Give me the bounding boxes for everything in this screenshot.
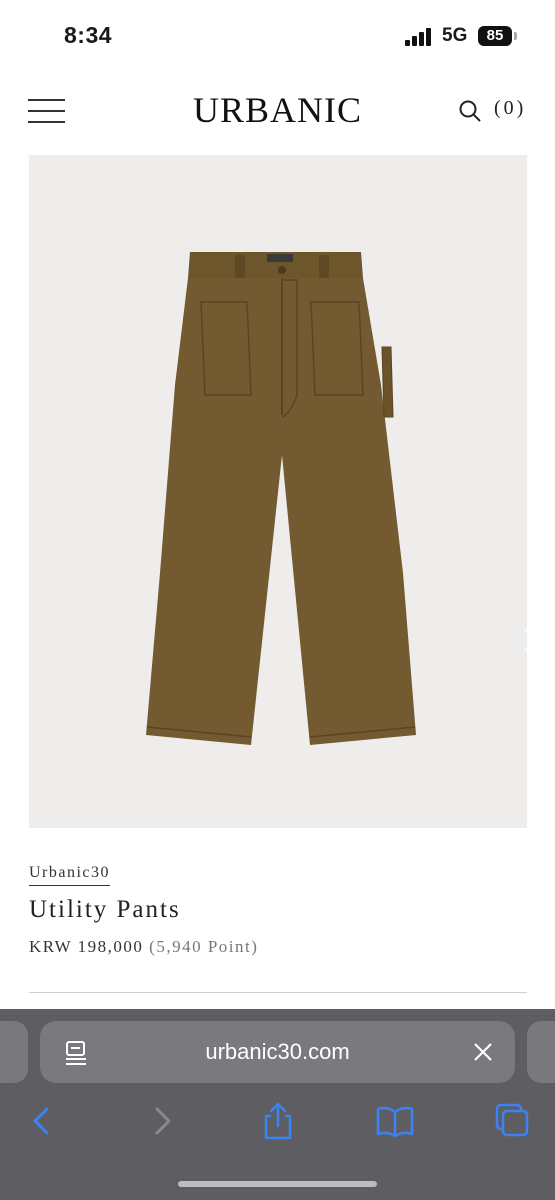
previous-tab-peek[interactable] — [0, 1021, 28, 1083]
tabs-icon[interactable] — [490, 1101, 534, 1141]
status-bar: 8:34 5G 85 — [0, 0, 555, 75]
bookmarks-icon[interactable] — [373, 1101, 417, 1141]
product-image[interactable] — [29, 155, 527, 828]
status-time: 8:34 — [64, 22, 113, 48]
site-header: URBANIC (0) — [0, 75, 555, 150]
product-price: KRW 198,000 — [29, 937, 144, 956]
divider — [29, 992, 527, 993]
cart-count[interactable]: (0) — [494, 97, 526, 120]
product-points: (5,940 Point) — [149, 937, 259, 956]
search-icon[interactable] — [458, 99, 482, 123]
brand-logo[interactable]: URBANIC — [190, 89, 365, 131]
network-type: 5G — [442, 25, 468, 46]
back-icon[interactable] — [20, 1101, 64, 1141]
utility-pants-image — [146, 252, 416, 745]
battery-tip — [514, 32, 517, 40]
product-name: Utility Pants — [29, 896, 181, 923]
chevron-right-icon[interactable] — [519, 625, 527, 655]
close-icon[interactable] — [473, 1042, 493, 1062]
browser-toolbar: urbanic30.com — [0, 1009, 555, 1200]
signal-icon — [405, 28, 435, 46]
home-indicator — [178, 1181, 377, 1187]
next-tab-peek[interactable] — [527, 1021, 555, 1083]
address-bar[interactable]: urbanic30.com — [40, 1021, 515, 1083]
url-text: urbanic30.com — [205, 1039, 350, 1064]
forward-icon[interactable] — [140, 1101, 184, 1141]
hamburger-menu-icon[interactable] — [28, 99, 65, 123]
battery-icon: 85 — [478, 26, 512, 46]
share-icon[interactable] — [256, 1101, 300, 1141]
product-brand-link[interactable]: Urbanic30 — [29, 864, 111, 886]
product-price-line: KRW 198,000 (5,940 Point) — [29, 937, 258, 957]
